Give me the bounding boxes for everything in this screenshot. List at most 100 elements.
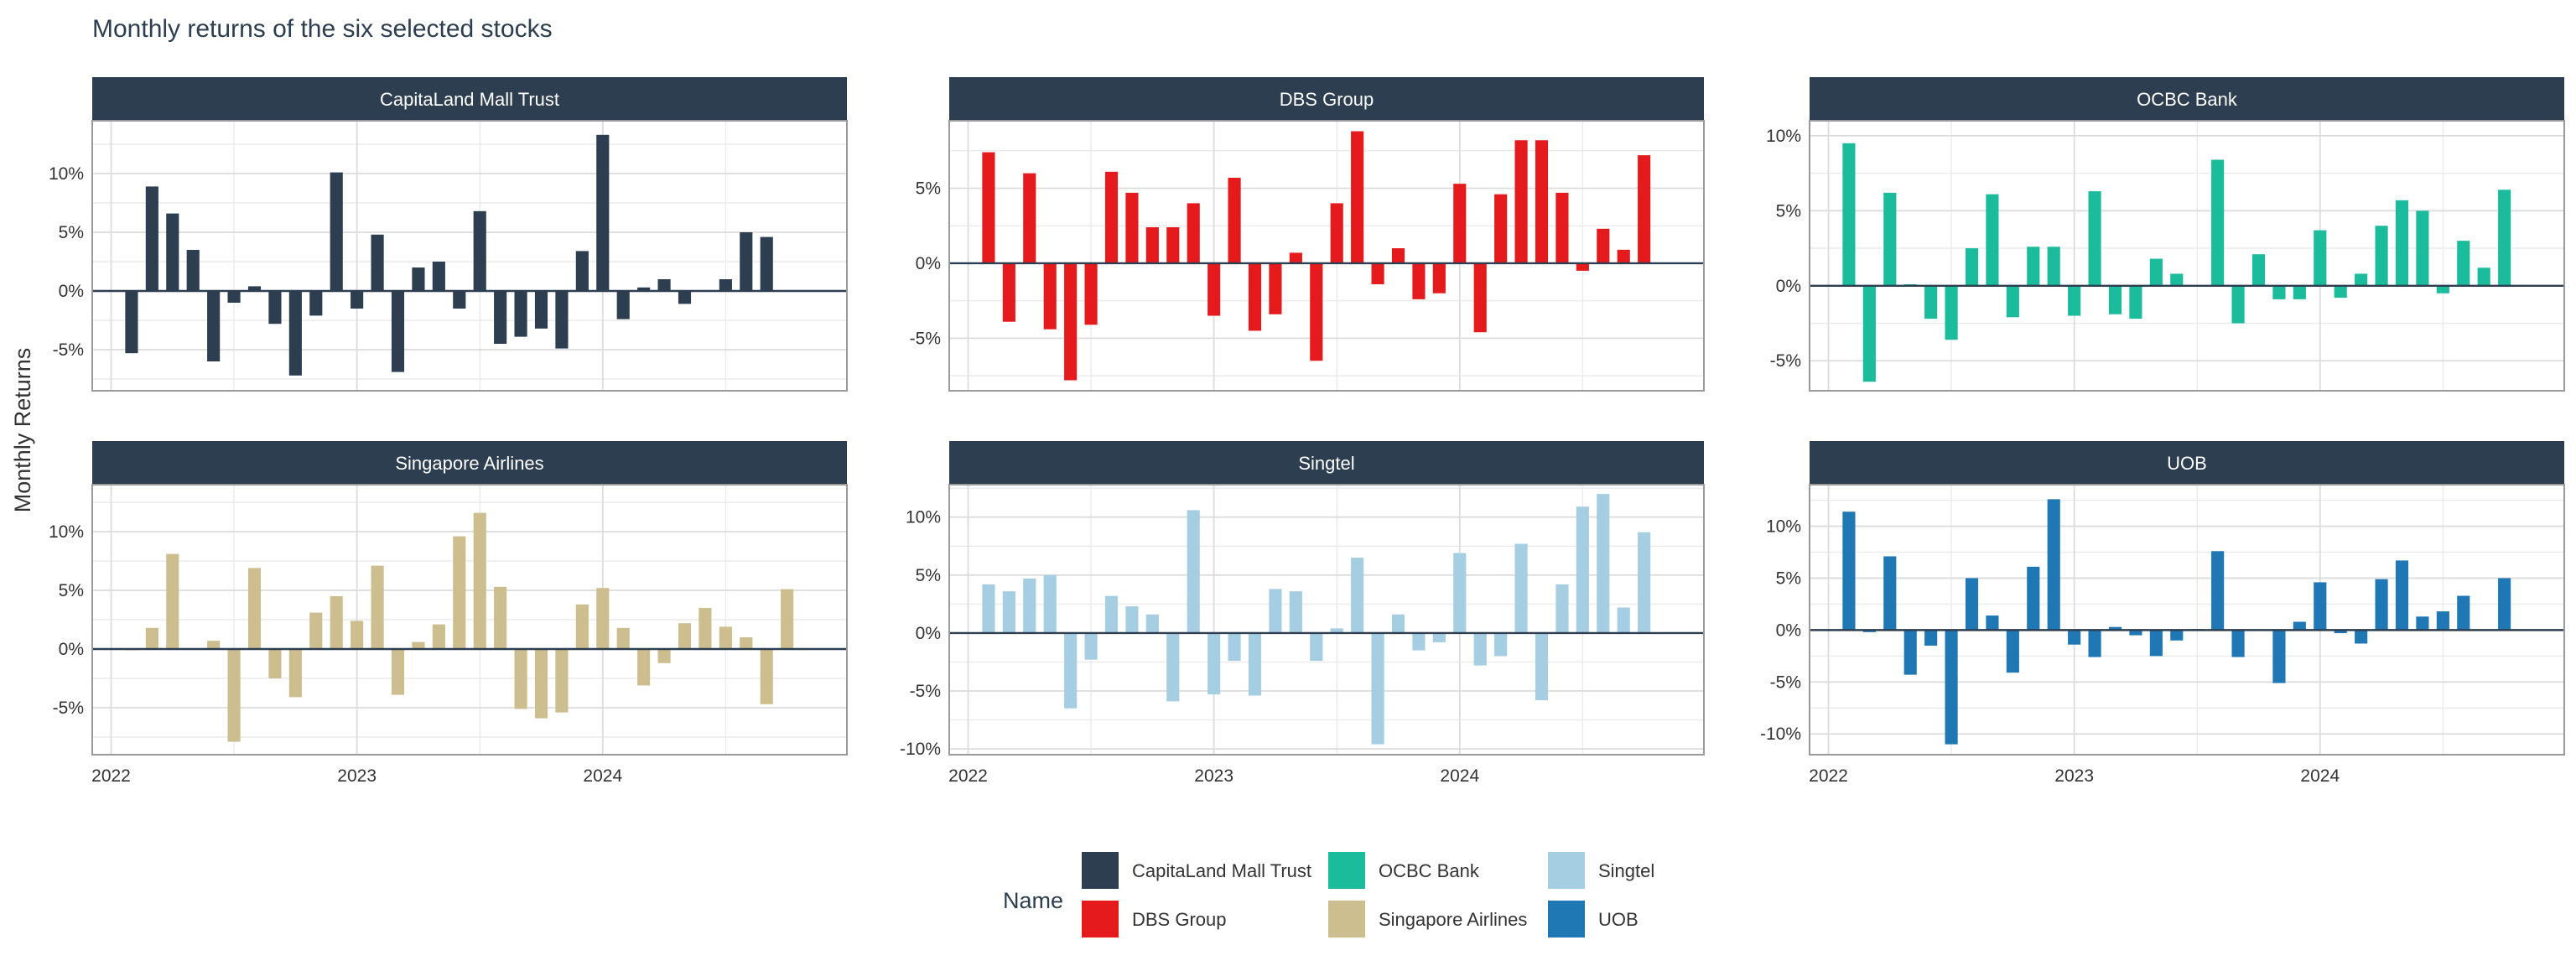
facet-strip-label: OCBC Bank — [2137, 89, 2238, 110]
bar — [514, 649, 527, 709]
bar — [330, 596, 343, 649]
bar — [2293, 621, 2306, 631]
bar — [1965, 248, 1979, 286]
bar — [1145, 227, 1159, 263]
bar — [1432, 262, 1446, 293]
bar — [351, 291, 364, 309]
bar — [125, 291, 138, 354]
bar — [740, 232, 753, 291]
bar — [1269, 262, 1282, 314]
bar — [412, 267, 425, 291]
legend-label: Singtel — [1598, 860, 1654, 881]
bar — [575, 604, 589, 649]
bar — [1842, 512, 1856, 631]
bar — [1228, 177, 1241, 263]
bar — [2395, 200, 2409, 286]
bar — [1289, 252, 1302, 263]
bar — [1986, 194, 1999, 286]
bar — [2314, 582, 2327, 631]
y-tick-label: -10% — [1760, 724, 1801, 744]
bar — [2170, 630, 2184, 641]
bar — [1453, 553, 1467, 633]
bar — [2498, 190, 2511, 286]
bar — [678, 291, 692, 304]
bar — [1638, 532, 1651, 633]
bar — [1473, 262, 1487, 333]
bar — [2436, 285, 2449, 293]
legend-label: CapitaLand Mall Trust — [1132, 860, 1311, 881]
legend: Name CapitaLand Mall Trust DBS Group OCBC … — [1003, 852, 1654, 937]
legend-swatch — [1082, 852, 1119, 889]
bar — [1043, 262, 1057, 330]
bar — [2068, 285, 2081, 316]
legend-label: DBS Group — [1132, 909, 1227, 930]
bar — [1023, 173, 1036, 263]
bar — [473, 512, 486, 649]
bar — [145, 186, 158, 291]
legend-swatch — [1548, 901, 1585, 937]
bar — [391, 649, 405, 695]
bar — [596, 588, 610, 649]
bar — [1597, 494, 1610, 633]
bar — [1617, 607, 1630, 633]
bar — [1862, 285, 1876, 382]
bar — [534, 291, 548, 329]
bar — [1494, 632, 1508, 657]
x-tick-label: 2023 — [1194, 766, 1233, 786]
bar — [2027, 566, 2040, 631]
bar — [2416, 616, 2429, 631]
x-tick-label: 2023 — [2054, 766, 2094, 786]
legend-item: UOB — [1548, 901, 1639, 937]
y-tick-label: 5% — [916, 566, 941, 585]
bar — [1289, 591, 1302, 633]
bar — [781, 589, 794, 649]
y-tick-label: 0% — [916, 624, 941, 643]
bar — [1576, 506, 1589, 633]
bar — [1412, 632, 1426, 651]
bar — [2047, 499, 2060, 631]
legend-swatch — [1548, 852, 1585, 889]
bar — [1535, 140, 1549, 263]
bar — [1903, 630, 1917, 675]
y-tick-label: -5% — [910, 682, 941, 701]
facet-strip-label: DBS Group — [1280, 89, 1374, 110]
bar — [2006, 285, 2019, 318]
bar — [2272, 285, 2286, 299]
bar — [227, 649, 241, 742]
bar — [1330, 203, 1343, 263]
bar — [1597, 228, 1610, 263]
y-tick-label: -5% — [53, 699, 84, 718]
bar — [1638, 155, 1651, 263]
legend-swatch — [1328, 901, 1365, 937]
x-tick-label: 2022 — [1809, 766, 1848, 786]
bar — [1351, 131, 1364, 263]
bar — [1187, 510, 1200, 633]
bar — [288, 291, 302, 376]
bar — [1104, 171, 1119, 263]
bar — [1391, 248, 1405, 263]
bar — [2375, 226, 2388, 286]
bar — [453, 291, 466, 309]
bar — [1064, 262, 1078, 381]
legend-item: OCBC Bank — [1328, 852, 1480, 889]
bar — [2149, 258, 2163, 286]
y-tick-label: 5% — [1776, 569, 1801, 588]
bar — [432, 624, 445, 649]
bar — [1965, 578, 1979, 631]
legend-item: Singtel — [1548, 852, 1654, 889]
bar — [616, 627, 630, 649]
bar — [288, 649, 302, 698]
bar — [2457, 595, 2470, 631]
bar — [1945, 630, 1958, 745]
y-tick-label: -5% — [1770, 673, 1801, 692]
bar — [1494, 194, 1508, 263]
bar — [2498, 578, 2511, 631]
y-tick-label: 10% — [49, 164, 84, 184]
bar — [412, 641, 425, 649]
bar — [1453, 184, 1467, 263]
bar — [1351, 558, 1364, 633]
bar — [575, 251, 589, 291]
bar — [166, 213, 179, 291]
bar — [1371, 632, 1384, 745]
bar — [596, 134, 610, 291]
